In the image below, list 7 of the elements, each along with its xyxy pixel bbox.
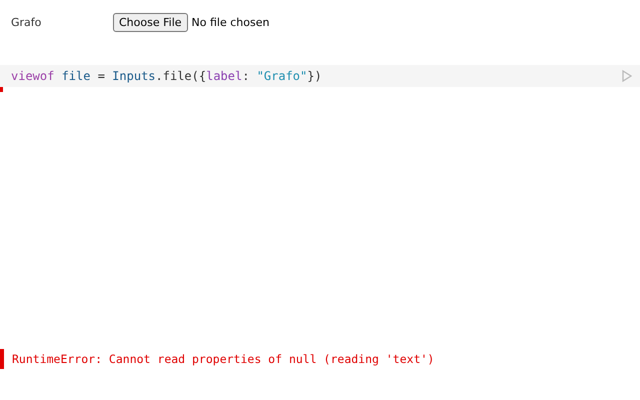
- file-status: No file chosen: [192, 16, 270, 29]
- error-message: RuntimeError: Cannot read properties of null (reading 'text'): [12, 352, 434, 366]
- choose-file-button[interactable]: Choose File: [113, 13, 188, 32]
- code-line: viewof file = Inputs.file({label: "Grafo"}): [11, 69, 322, 83]
- field-label: Grafo: [11, 16, 42, 29]
- run-icon[interactable]: [622, 70, 632, 82]
- error-marker: [0, 87, 3, 92]
